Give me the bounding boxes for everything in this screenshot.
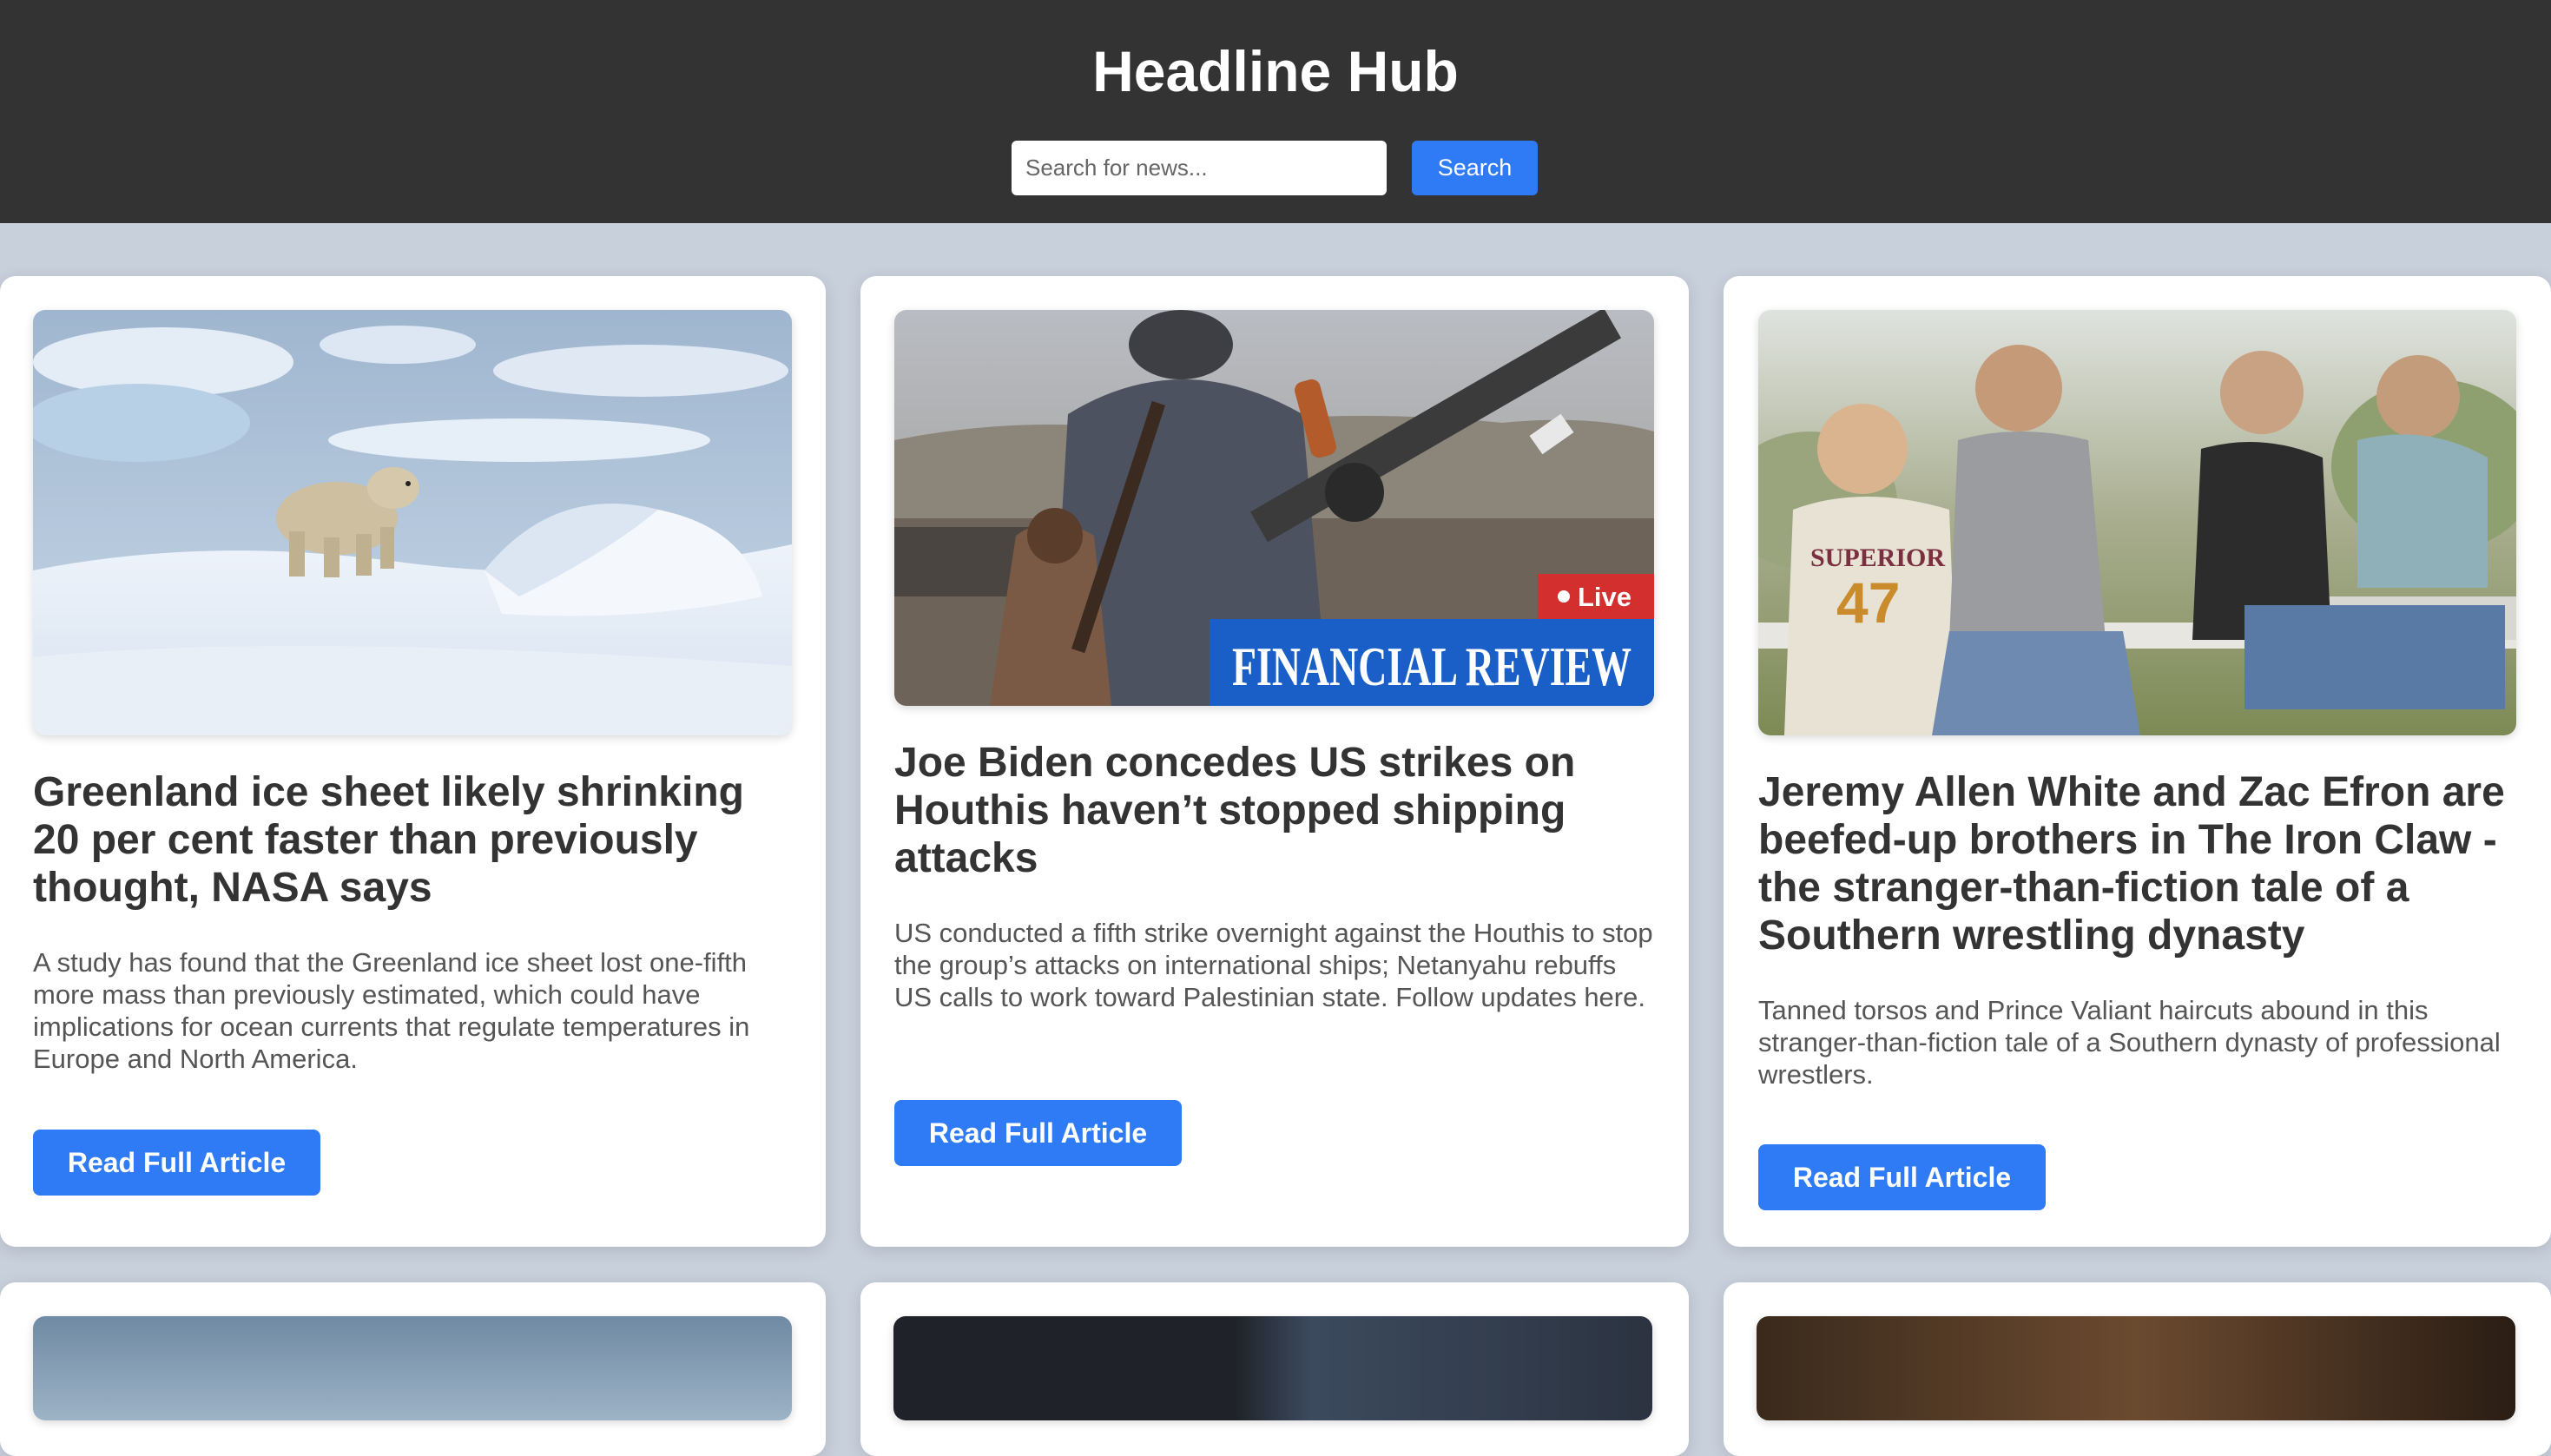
article-image: Live FINANCIAL REVIEW [894,310,1654,706]
article-image [33,1316,792,1420]
article-description: Tanned torsos and Prince Valiant haircut… [1758,995,2501,1090]
article-image [1757,1316,2515,1420]
article-image [893,1316,1652,1420]
read-full-article-button[interactable]: Read Full Article [33,1130,320,1196]
polar-bear-image [33,310,792,735]
article-card: Greenland ice sheet likely shrinking 20 … [0,276,826,1247]
article-image: SUPERIOR 47 [1758,310,2516,735]
article-description: US conducted a fifth strike overnight ag… [894,918,1653,1012]
article-description: A study has found that the Greenland ice… [33,947,750,1074]
article-card [0,1282,826,1456]
site-header: Headline Hub Search [0,0,2551,223]
article-card [1724,1282,2551,1456]
fighters-image: Live FINANCIAL REVIEW [894,310,1654,706]
site-title: Headline Hub [1092,39,1459,103]
article-card: Live FINANCIAL REVIEW Joe Biden concedes… [860,276,1689,1247]
financial-review-banner: FINANCIAL REVIEW [1232,636,1631,697]
read-full-article-button[interactable]: Read Full Article [894,1100,1182,1166]
search-bar: Search [1012,141,1538,195]
brothers-image: SUPERIOR 47 [1758,310,2516,735]
jersey-number: 47 [1836,570,1900,635]
article-image [33,310,792,735]
read-full-article-button[interactable]: Read Full Article [1758,1144,2046,1210]
article-title: Joe Biden concedes US strikes on Houthis… [894,740,1576,881]
article-card [860,1282,1689,1456]
article-title: Greenland ice sheet likely shrinking 20 … [33,769,744,911]
article-card: SUPERIOR 47 Jeremy Allen White and Zac E… [1724,276,2551,1247]
live-badge-label: Live [1578,582,1631,612]
jersey-text: SUPERIOR [1810,544,1945,572]
article-title: Jeremy Allen White and Zac Efron are bee… [1758,769,2505,959]
search-input[interactable] [1012,141,1387,195]
search-button[interactable]: Search [1412,141,1538,195]
